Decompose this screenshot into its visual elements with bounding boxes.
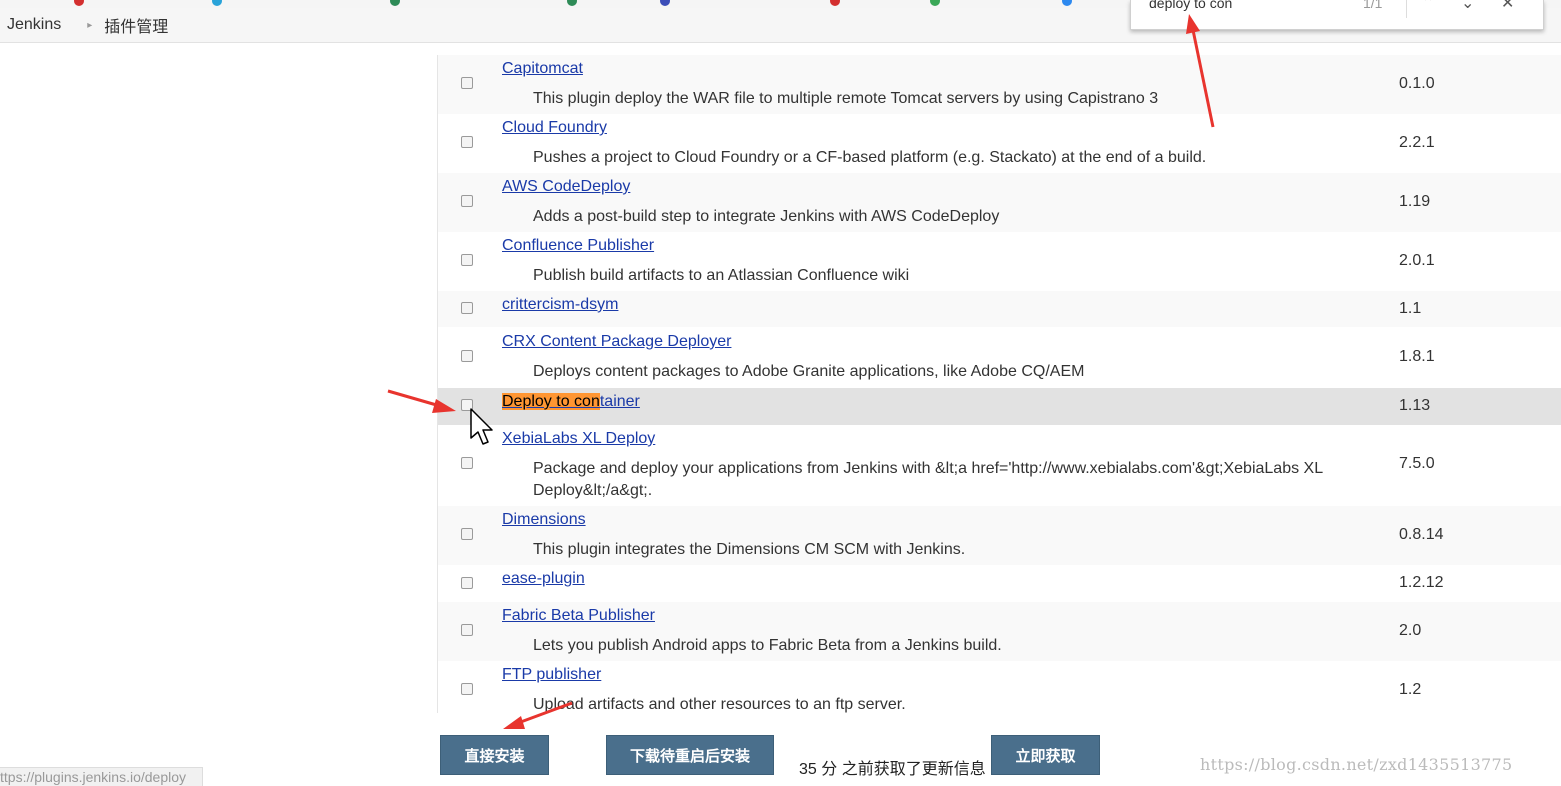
plugin-description: Deploys content packages to Adobe Granit… — [533, 363, 1085, 380]
plugin-description: Adds a post-build step to integrate Jenk… — [533, 208, 1000, 225]
install-checkbox[interactable] — [461, 624, 473, 636]
table-row: AWS CodeDeploy Adds a post-build step to… — [438, 173, 1561, 232]
bookmark-icon[interactable] — [660, 0, 670, 6]
status-bar-url: ttps://plugins.jenkins.io/deploy — [0, 767, 203, 786]
plugin-version: 1.2 — [1399, 681, 1422, 698]
table-row: FTP publisher Upload artifacts and other… — [438, 661, 1561, 713]
install-checkbox[interactable] — [461, 302, 473, 314]
table-row: Dimensions This plugin integrates the Di… — [438, 506, 1561, 565]
breadcrumb-separator-icon: ▸ — [87, 19, 93, 31]
plugin-description: Pushes a project to Cloud Foundry or a C… — [533, 149, 1207, 166]
table-row: XebiaLabs XL Deploy Package and deploy y… — [438, 425, 1561, 506]
plugin-version: 1.13 — [1399, 397, 1431, 414]
install-checkbox[interactable] — [461, 195, 473, 207]
install-checkbox[interactable] — [461, 136, 473, 148]
plugin-description: Package and deploy your applications fro… — [533, 460, 1323, 499]
plugin-name-link[interactable]: Confluence Publisher — [502, 237, 654, 255]
plugin-name-link[interactable]: XebiaLabs XL Deploy — [502, 430, 655, 448]
plugin-version: 0.1.0 — [1399, 75, 1435, 92]
find-match-highlight: Deploy to con — [502, 393, 600, 410]
check-now-button[interactable]: 立即获取 — [991, 735, 1100, 775]
update-info-text: 35 分 之前获取了更新信息 — [799, 761, 986, 778]
plugin-name-link[interactable]: crittercism-dsym — [502, 296, 618, 314]
plugin-name-link[interactable]: Deploy to container — [502, 393, 640, 411]
plugin-version: 7.5.0 — [1399, 455, 1435, 472]
plugin-table: Capitomcat This plugin deploy the WAR fi… — [437, 55, 1561, 713]
table-row-highlighted: Deploy to container 1.13 — [438, 388, 1561, 425]
plugin-version: 1.19 — [1399, 193, 1431, 210]
install-checkbox[interactable] — [461, 254, 473, 266]
chevron-down-icon[interactable]: ⌄ — [1461, 0, 1474, 13]
table-row: ease-plugin 1.2.12 — [438, 565, 1561, 602]
find-match-count: 1/1 — [1363, 0, 1383, 11]
install-checkbox[interactable] — [461, 77, 473, 89]
bookmark-icon[interactable] — [390, 0, 400, 6]
bookmark-icon[interactable] — [1062, 0, 1072, 6]
table-row: CRX Content Package Deployer Deploys con… — [438, 327, 1561, 388]
bookmark-icon[interactable] — [212, 0, 222, 6]
table-row: Cloud Foundry Pushes a project to Cloud … — [438, 114, 1561, 173]
install-checkbox[interactable] — [461, 399, 473, 411]
bookmark-icon[interactable] — [930, 0, 940, 6]
plugin-name-link[interactable]: Dimensions — [502, 511, 586, 529]
install-without-restart-button[interactable]: 直接安装 — [440, 735, 549, 775]
close-icon[interactable]: ✕ — [1501, 0, 1514, 13]
plugin-name-link[interactable]: Capitomcat — [502, 60, 583, 78]
plugin-version: 1.8.1 — [1399, 348, 1435, 365]
plugin-name-link[interactable]: FTP publisher — [502, 666, 601, 684]
plugin-name-link[interactable]: ease-plugin — [502, 570, 585, 588]
install-checkbox[interactable] — [461, 457, 473, 469]
plugin-description: This plugin integrates the Dimensions CM… — [533, 541, 966, 558]
plugin-description: Lets you publish Android apps to Fabric … — [533, 637, 1002, 654]
plugin-version: 2.2.1 — [1399, 134, 1435, 151]
install-checkbox[interactable] — [461, 528, 473, 540]
bookmark-icon[interactable] — [74, 0, 84, 6]
watermark: https://blog.csdn.net/zxd1435513775 — [1200, 755, 1513, 774]
plugin-name-link[interactable]: Fabric Beta Publisher — [502, 607, 655, 625]
find-bar: deploy to con 1/1 ⌃ ⌄ ✕ — [1130, 0, 1544, 30]
breadcrumb-item-plugin-manager[interactable]: 插件管理 — [104, 13, 168, 37]
install-checkbox[interactable] — [461, 350, 473, 362]
plugin-version: 0.8.14 — [1399, 526, 1444, 543]
plugin-version: 1.1 — [1399, 300, 1422, 317]
plugin-description: Upload artifacts and other resources to … — [533, 696, 906, 713]
plugin-name-link[interactable]: CRX Content Package Deployer — [502, 333, 731, 351]
plugin-name-rest: tainer — [599, 393, 640, 410]
find-divider — [1406, 0, 1407, 18]
install-checkbox[interactable] — [461, 577, 473, 589]
table-row: Fabric Beta Publisher Lets you publish A… — [438, 602, 1561, 661]
plugin-version: 2.0.1 — [1399, 252, 1435, 269]
table-row: crittercism-dsym 1.1 — [438, 291, 1561, 327]
find-input[interactable]: deploy to con — [1149, 0, 1232, 11]
plugin-version: 2.0 — [1399, 622, 1422, 639]
install-checkbox[interactable] — [461, 683, 473, 695]
breadcrumb-item-jenkins[interactable]: Jenkins — [0, 16, 61, 34]
table-row: Capitomcat This plugin deploy the WAR fi… — [438, 55, 1561, 114]
plugin-name-link[interactable]: Cloud Foundry — [502, 119, 607, 137]
plugin-description: Publish build artifacts to an Atlassian … — [533, 267, 910, 284]
plugin-description: This plugin deploy the WAR file to multi… — [533, 90, 1159, 107]
chevron-up-icon[interactable]: ⌃ — [1421, 0, 1434, 13]
plugin-name-link[interactable]: AWS CodeDeploy — [502, 178, 630, 196]
plugin-version: 1.2.12 — [1399, 574, 1444, 591]
download-install-after-restart-button[interactable]: 下载待重启后安装 — [606, 735, 774, 775]
table-row: Confluence Publisher Publish build artif… — [438, 232, 1561, 291]
bookmark-icon[interactable] — [830, 0, 840, 6]
bookmark-icon[interactable] — [567, 0, 577, 6]
